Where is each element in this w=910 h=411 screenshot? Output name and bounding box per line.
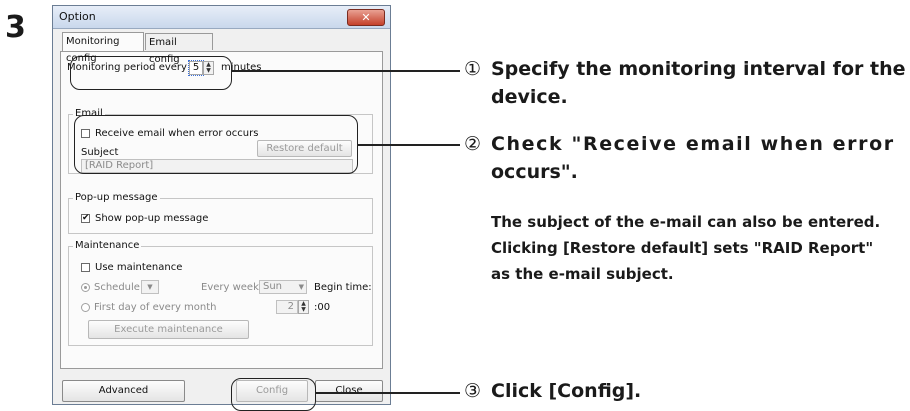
use-maintenance-checkbox[interactable] <box>81 263 90 272</box>
minutes-suffix: :00 <box>314 302 331 313</box>
chevron-down-icon: ▼ <box>298 283 304 291</box>
schedule-label: Schedule <box>94 282 140 293</box>
advanced-button[interactable]: Advanced <box>62 380 185 402</box>
execute-maintenance-button[interactable]: Execute maintenance <box>88 320 249 339</box>
first-day-label: First day of every month <box>94 302 217 313</box>
annotation-1-line1: Specify the monitoring interval for the <box>491 58 906 80</box>
tab-monitoring-config[interactable]: Monitoring config <box>62 32 144 64</box>
callout-email <box>74 115 358 174</box>
day-select-value: Sun <box>263 281 283 292</box>
first-day-radio[interactable] <box>81 303 90 312</box>
schedule-select[interactable]: ▼ <box>141 280 159 294</box>
title-bar: Option ✕ <box>53 6 390 29</box>
chevron-down-icon: ▼ <box>147 283 153 291</box>
step-number: 3 <box>5 10 26 45</box>
maintenance-group-legend: Maintenance <box>73 240 142 251</box>
hour-input[interactable]: 2 <box>276 300 298 314</box>
annotation-1-number: ① <box>464 58 482 80</box>
radio-selected-dot <box>84 286 87 289</box>
annotation-3-number: ③ <box>464 380 482 402</box>
close-icon: ✕ <box>361 11 371 24</box>
annotation-2-line1: Check "Receive email when error <box>491 133 895 155</box>
close-window-button[interactable]: ✕ <box>347 9 385 26</box>
tab-panel: Monitoring period every 5 ▲ ▼ minutes Em… <box>60 51 383 369</box>
annotation-1-line2: device. <box>491 86 568 108</box>
note-line-2: Clicking [Restore default] sets "RAID Re… <box>491 239 874 257</box>
schedule-radio[interactable] <box>81 283 90 292</box>
day-select[interactable]: Sun ▼ <box>259 280 307 294</box>
leader-line-2 <box>358 144 460 146</box>
tab-email-config[interactable]: Email config <box>145 33 213 65</box>
note-line-1: The subject of the e-mail can also be en… <box>491 213 881 231</box>
every-week-label: Every week <box>201 282 259 293</box>
leader-line-1 <box>232 70 460 72</box>
annotation-2-line2: occurs". <box>491 161 578 183</box>
show-popup-label: Show pop-up message <box>95 213 209 224</box>
leader-line-3 <box>316 392 460 394</box>
popup-group-legend: Pop-up message <box>73 192 160 203</box>
hour-spinner[interactable]: ▲ ▼ <box>298 300 309 314</box>
use-maintenance-label: Use maintenance <box>95 262 183 273</box>
annotation-3-text: Click [Config]. <box>491 380 642 402</box>
note-line-3: as the e-mail subject. <box>491 265 674 283</box>
dialog-title: Option <box>59 10 96 23</box>
spin-down-icon: ▼ <box>301 306 306 313</box>
begin-time-label: Begin time: <box>314 282 372 293</box>
callout-config <box>231 378 316 411</box>
show-popup-checkbox[interactable]: ✔ <box>81 214 90 223</box>
close-button[interactable]: Close <box>315 380 383 402</box>
annotation-2-number: ② <box>464 133 482 155</box>
